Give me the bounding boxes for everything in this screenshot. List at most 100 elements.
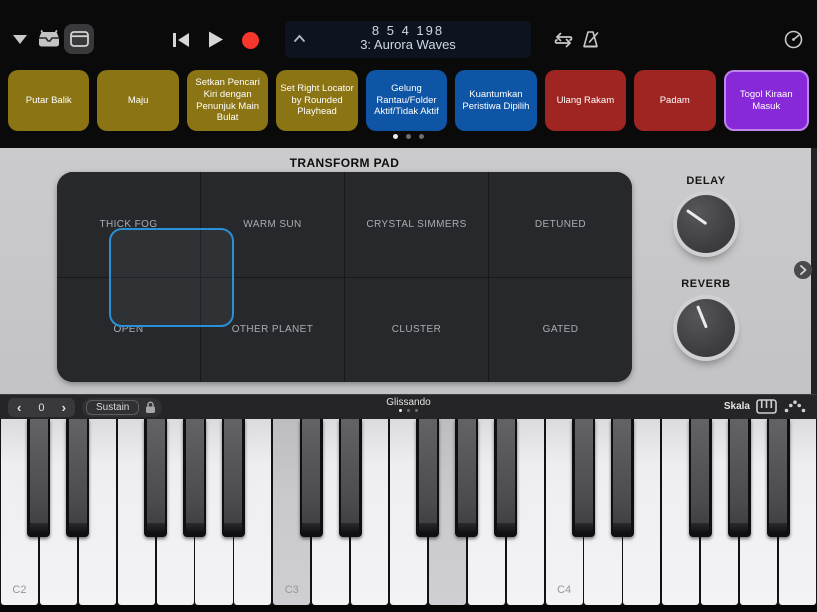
keyboard-scale-button[interactable] xyxy=(756,399,777,414)
black-key[interactable] xyxy=(339,419,362,537)
window-view-button[interactable] xyxy=(64,24,94,54)
black-key[interactable] xyxy=(494,419,517,537)
black-key-lip xyxy=(497,523,515,534)
black-key[interactable] xyxy=(728,419,751,537)
metronome-button[interactable] xyxy=(581,29,601,49)
pad-cell-label: CRYSTAL SIMMERS xyxy=(366,219,466,230)
black-key-face xyxy=(302,419,320,523)
chevron-down-icon[interactable] xyxy=(12,33,28,45)
black-key-face xyxy=(419,419,437,523)
pad-cell-cluster[interactable]: CLUSTER xyxy=(345,278,488,383)
black-key-lip xyxy=(419,523,437,534)
song-drawer-icon[interactable] xyxy=(36,27,62,51)
pad-cell-gated[interactable]: GATED xyxy=(489,278,632,383)
shortcut-page-dots[interactable] xyxy=(0,134,817,139)
pad-cell-label: OTHER PLANET xyxy=(232,324,313,335)
shortcut-button-setkan-pencari-kiri-dengan-penunjuk-main-bulat[interactable]: Setkan Pencari Kiri dengan Penunjuk Main… xyxy=(187,70,268,131)
cycle-loop-button[interactable] xyxy=(552,30,575,49)
sustain-control[interactable]: Sustain xyxy=(82,398,162,417)
black-key-face xyxy=(769,419,787,523)
sustain-lock-button[interactable] xyxy=(145,401,156,414)
lcd-track-name: 3: Aurora Waves xyxy=(285,37,531,52)
black-key[interactable] xyxy=(416,419,439,537)
lcd-display[interactable]: 8 5 4 198 3: Aurora Waves xyxy=(285,21,531,58)
window-icon xyxy=(70,31,89,47)
black-key[interactable] xyxy=(27,419,50,537)
shortcut-button-set-right-locator-by-rounded-playhead[interactable]: Set Right Locator by Rounded Playhead xyxy=(276,70,357,131)
pad-cell-label: GATED xyxy=(543,324,579,335)
page-dot[interactable] xyxy=(393,134,398,139)
black-key-lip xyxy=(186,523,204,534)
piano-keyboard[interactable]: C2 C3 C4 xyxy=(0,419,817,605)
shortcut-button-padam[interactable]: Padam xyxy=(634,70,715,131)
black-key[interactable] xyxy=(767,419,790,537)
mini-keyboard-icon xyxy=(756,399,777,414)
key-label: C2 xyxy=(1,584,38,596)
black-key[interactable] xyxy=(144,419,167,537)
shortcut-button-maju[interactable]: Maju xyxy=(97,70,178,131)
black-key-lip xyxy=(30,523,48,534)
black-key-lip xyxy=(341,523,359,534)
black-key-face xyxy=(730,419,748,523)
controls-dial-button[interactable] xyxy=(784,30,803,49)
black-key-face xyxy=(341,419,359,523)
keyboard-mode-dots[interactable] xyxy=(0,409,817,412)
black-key-lip xyxy=(730,523,748,534)
black-key-face xyxy=(458,419,476,523)
delay-knob[interactable] xyxy=(677,195,735,253)
octave-up-button[interactable]: › xyxy=(53,398,75,417)
note-layout-button[interactable] xyxy=(784,400,806,413)
key-label: C4 xyxy=(546,584,583,596)
key-command-buttons-row: Putar BalikMajuSetkan Pencari Kiri denga… xyxy=(8,70,809,131)
black-key[interactable] xyxy=(689,419,712,537)
black-key-face xyxy=(147,419,165,523)
pad-cell-crystal-simmers[interactable]: CRYSTAL SIMMERS xyxy=(345,172,488,277)
black-key[interactable] xyxy=(611,419,634,537)
black-key-lip xyxy=(691,523,709,534)
play-button[interactable] xyxy=(208,31,224,48)
black-key[interactable] xyxy=(183,419,206,537)
transform-pad-title: TRANSFORM PAD xyxy=(57,156,632,170)
pad-cell-detuned[interactable]: DETUNED xyxy=(489,172,632,277)
octave-stepper[interactable]: ‹ 0 › xyxy=(8,398,75,417)
black-key[interactable] xyxy=(455,419,478,537)
shortcut-button-gelung-rantau-folder-aktif-tidak-aktif[interactable]: Gelung Rantau/Folder Aktif/Tidak Aktif xyxy=(366,70,447,131)
shortcut-button-kuantumkan-peristiwa-dipilih[interactable]: Kuantumkan Peristiwa Dipilih xyxy=(455,70,536,131)
chevron-right-icon xyxy=(798,264,808,276)
page-dot[interactable] xyxy=(399,409,402,412)
black-key-face xyxy=(186,419,204,523)
pad-cell-label: WARM SUN xyxy=(243,219,301,230)
octave-down-button[interactable]: ‹ xyxy=(8,398,30,417)
octave-value: 0 xyxy=(30,398,52,417)
reverb-knob[interactable] xyxy=(677,299,735,357)
scale-label: Skala xyxy=(724,401,750,412)
page-dot[interactable] xyxy=(419,134,424,139)
black-key[interactable] xyxy=(66,419,89,537)
lcd-position-readout: 8 5 4 198 xyxy=(285,23,531,38)
page-dot[interactable] xyxy=(406,134,411,139)
sustain-button[interactable]: Sustain xyxy=(86,400,139,415)
black-key[interactable] xyxy=(300,419,323,537)
keyboard-bottom-strip xyxy=(0,605,817,612)
shortcut-button-putar-balik[interactable]: Putar Balik xyxy=(8,70,89,131)
shortcut-button-ulang-rakam[interactable]: Ulang Rakam xyxy=(545,70,626,131)
black-key-lip xyxy=(575,523,593,534)
lcd-caret-icon xyxy=(293,34,306,43)
record-icon xyxy=(242,32,259,49)
top-toolbar: 8 5 4 198 3: Aurora Waves xyxy=(0,0,817,148)
record-button[interactable] xyxy=(241,31,259,49)
key-label: C3 xyxy=(273,584,310,596)
rewind-to-start-button[interactable] xyxy=(171,31,191,48)
shortcut-button-togol-kiraan-masuk[interactable]: Togol Kiraan Masuk xyxy=(724,70,809,131)
garageband-remote-screen: 8 5 4 198 3: Aurora Waves xyxy=(0,0,817,612)
page-dot[interactable] xyxy=(415,409,418,412)
delay-knob-label: DELAY xyxy=(646,175,766,187)
pad-cell-label: DETUNED xyxy=(535,219,586,230)
next-panel-button[interactable] xyxy=(794,261,812,279)
page-dot[interactable] xyxy=(407,409,410,412)
black-key[interactable] xyxy=(572,419,595,537)
pad-selection-frame[interactable] xyxy=(109,228,234,327)
lock-icon xyxy=(145,401,156,414)
black-key[interactable] xyxy=(222,419,245,537)
knob-pointer xyxy=(685,209,706,225)
